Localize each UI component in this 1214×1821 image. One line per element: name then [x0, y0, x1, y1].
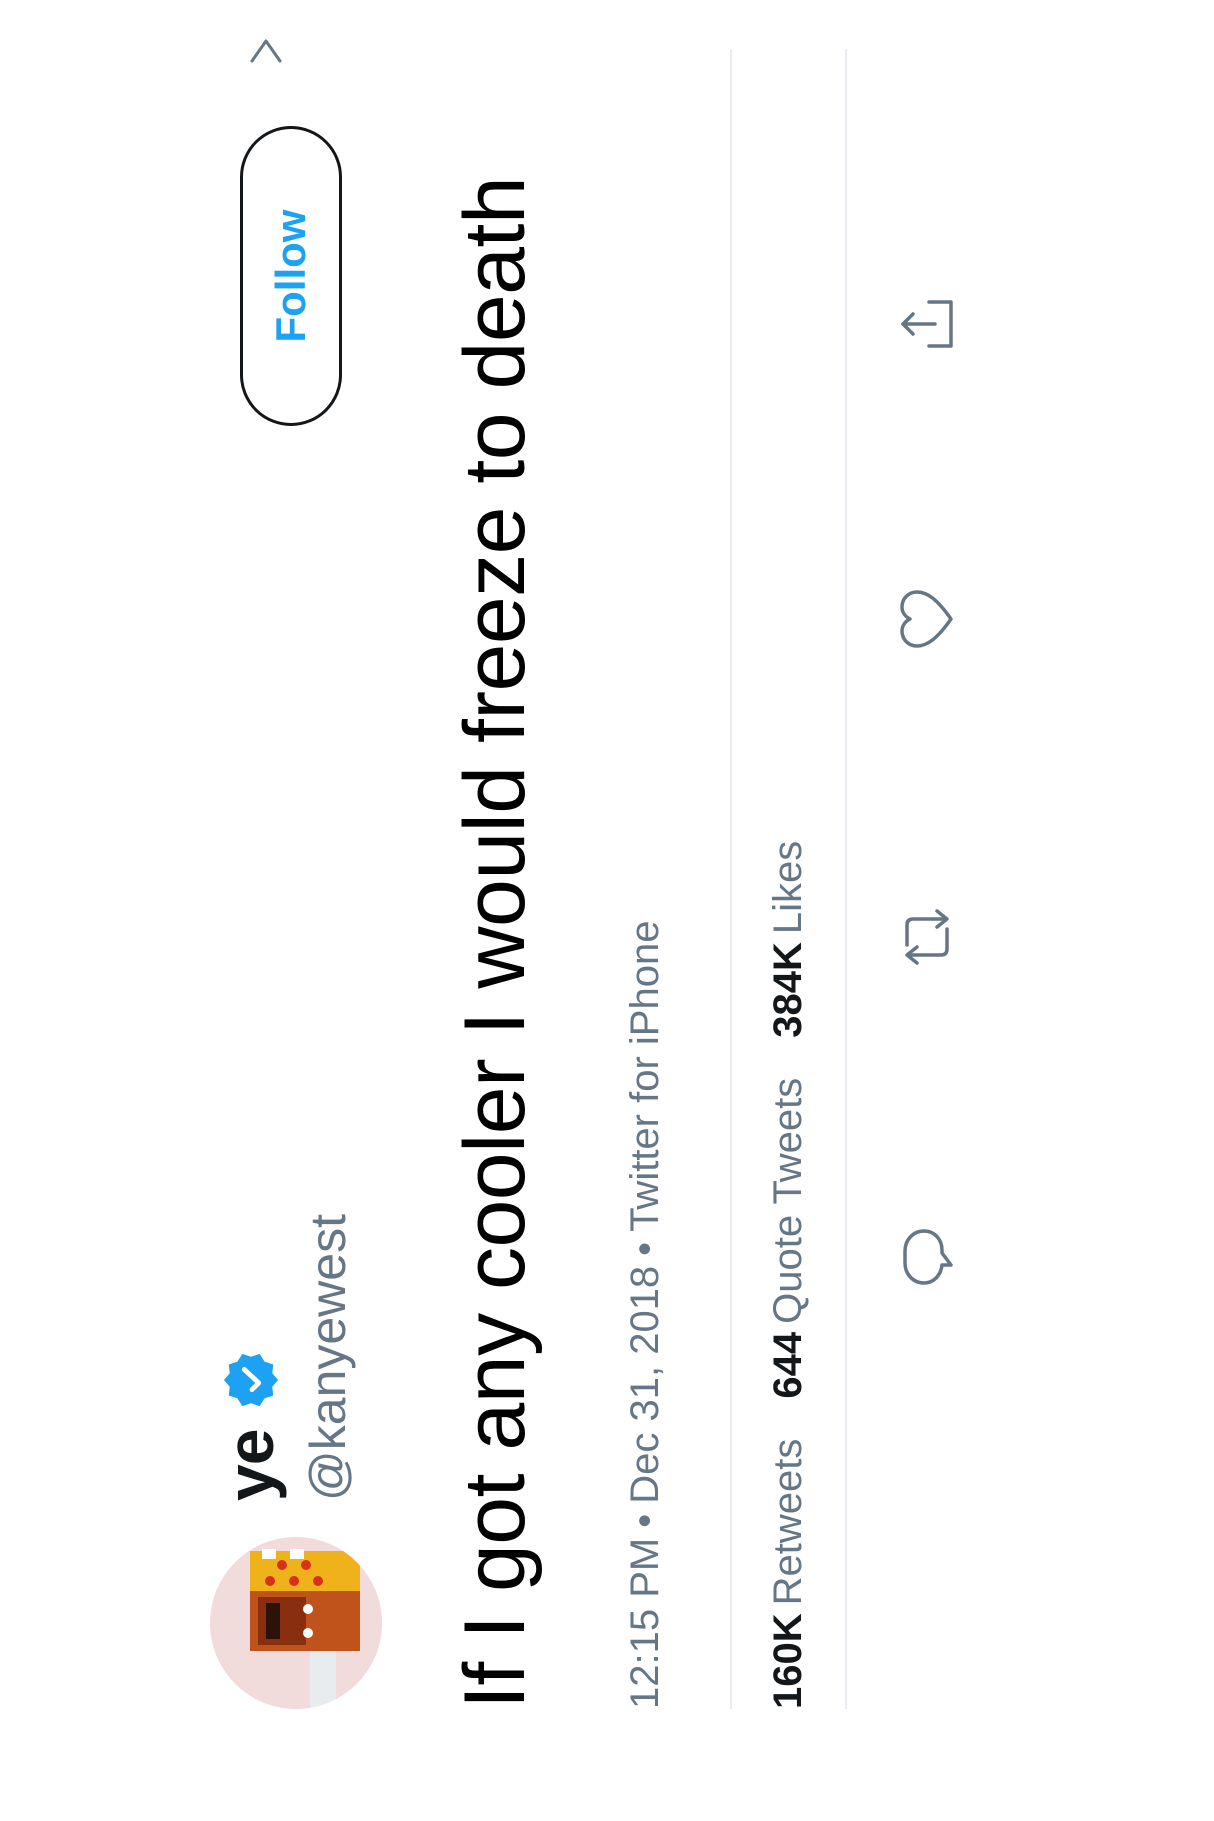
action-bar	[895, 49, 975, 1709]
tweet-text: If I got any cooler I would freeze to de…	[447, 176, 543, 1709]
avatar[interactable]	[210, 1537, 382, 1709]
likes-label: Likes	[766, 840, 810, 935]
tweet-card: ye @kanyewest Follow If I got any cooler…	[0, 0, 1214, 1821]
divider	[845, 49, 847, 1709]
tweet-meta: 12:15 PM • Dec 31, 2018 • Twitter for iPhone	[620, 921, 670, 1709]
meta-separator: •	[623, 1513, 667, 1528]
quote-tweets-stat[interactable]: 644 Quote Tweets	[760, 1078, 816, 1399]
retweets-label: Retweets	[766, 1438, 810, 1606]
share-button[interactable]	[895, 292, 959, 356]
like-icon	[900, 590, 953, 648]
profile-photo-icon	[210, 1537, 382, 1709]
divider	[730, 49, 732, 1709]
chevron-right-icon[interactable]	[248, 33, 284, 69]
share-icon	[901, 300, 953, 348]
tweet-source[interactable]: Twitter for iPhone	[623, 921, 667, 1232]
reply-button[interactable]	[895, 1225, 959, 1289]
tweet-date[interactable]: Dec 31, 2018	[623, 1266, 667, 1504]
follow-button[interactable]: Follow	[240, 126, 342, 426]
retweets-count: 160K	[766, 1613, 810, 1709]
like-button[interactable]	[895, 587, 959, 651]
display-name[interactable]: ye	[210, 1430, 290, 1501]
user-handle[interactable]: @kanyewest	[298, 1214, 358, 1501]
quote-tweets-label: Quote Tweets	[766, 1077, 810, 1324]
retweet-icon	[905, 909, 949, 965]
retweet-button[interactable]	[895, 905, 959, 969]
quote-tweets-count: 644	[766, 1331, 810, 1399]
likes-stat[interactable]: 384K Likes	[760, 841, 816, 1038]
retweets-stat[interactable]: 160K Retweets	[760, 1439, 816, 1709]
tweet-time[interactable]: 12:15 PM	[623, 1538, 667, 1709]
tweet-stats: 160K Retweets 644 Quote Tweets 384K Likes	[760, 841, 816, 1709]
likes-count: 384K	[766, 942, 810, 1038]
meta-separator: •	[623, 1241, 667, 1256]
verified-badge-icon	[222, 1351, 280, 1409]
reply-icon	[903, 1229, 953, 1285]
